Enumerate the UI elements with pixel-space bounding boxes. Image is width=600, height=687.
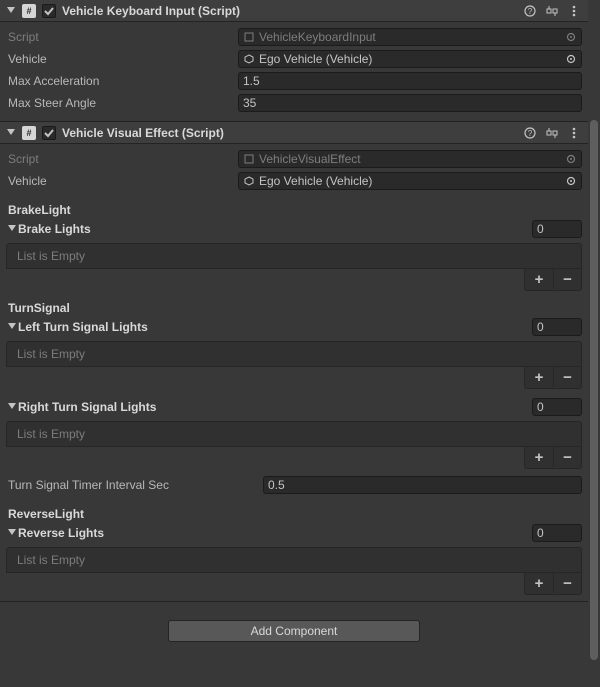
script-value: VehicleVisualEffect bbox=[259, 152, 361, 166]
script-field[interactable]: VehicleKeyboardInput bbox=[238, 28, 582, 46]
object-picker-icon[interactable] bbox=[565, 175, 577, 187]
component-enabled-checkbox[interactable] bbox=[42, 4, 56, 18]
right-turn-lights-size-input[interactable] bbox=[532, 398, 582, 416]
inspector-viewport: # Vehicle Keyboard Input (Script) ? Scri… bbox=[0, 0, 588, 687]
max-acceleration-input[interactable] bbox=[238, 72, 582, 90]
component-enabled-checkbox[interactable] bbox=[42, 126, 56, 140]
array-add-button[interactable]: + bbox=[525, 447, 553, 467]
max-steer-angle-label: Max Steer Angle bbox=[6, 96, 238, 110]
foldout-icon[interactable] bbox=[6, 6, 16, 16]
brake-lights-label[interactable]: Brake Lights bbox=[18, 222, 532, 236]
kebab-menu-icon[interactable] bbox=[566, 125, 582, 141]
svg-text:?: ? bbox=[528, 7, 533, 16]
svg-text:?: ? bbox=[528, 129, 533, 138]
vehicle-label: Vehicle bbox=[6, 174, 238, 188]
foldout-icon[interactable] bbox=[6, 529, 18, 537]
brake-lights-size-input[interactable] bbox=[532, 220, 582, 238]
turn-timer-input[interactable] bbox=[263, 476, 582, 494]
reverselight-heading: ReverseLight bbox=[6, 497, 582, 523]
turnsignal-heading: TurnSignal bbox=[6, 291, 582, 317]
gameobject-icon bbox=[243, 53, 255, 65]
array-remove-button[interactable]: − bbox=[553, 269, 581, 289]
add-component-button[interactable]: Add Component bbox=[168, 620, 420, 642]
add-component-wrap: Add Component bbox=[0, 602, 588, 660]
vehicle-field[interactable]: Ego Vehicle (Vehicle) bbox=[238, 50, 582, 68]
gameobject-icon bbox=[243, 175, 255, 187]
component-body-vve: Script VehicleVisualEffect Vehicle bbox=[0, 144, 588, 601]
right-turn-lights-empty: List is Empty bbox=[6, 421, 582, 447]
component-title: Vehicle Visual Effect (Script) bbox=[62, 126, 516, 140]
foldout-icon[interactable] bbox=[6, 323, 18, 331]
reverse-lights-size-input[interactable] bbox=[532, 524, 582, 542]
component-header-vve[interactable]: # Vehicle Visual Effect (Script) ? bbox=[0, 122, 588, 144]
scrollbar-thumb[interactable] bbox=[590, 120, 598, 660]
left-turn-lights-empty: List is Empty bbox=[6, 341, 582, 367]
help-icon[interactable]: ? bbox=[522, 3, 538, 19]
array-remove-button[interactable]: − bbox=[553, 573, 581, 593]
array-add-button[interactable]: + bbox=[525, 573, 553, 593]
array-remove-button[interactable]: − bbox=[553, 447, 581, 467]
script-label: Script bbox=[6, 30, 238, 44]
vertical-scrollbar[interactable] bbox=[588, 0, 600, 687]
script-field[interactable]: VehicleVisualEffect bbox=[238, 150, 582, 168]
right-turn-lights-label[interactable]: Right Turn Signal Lights bbox=[18, 400, 532, 414]
component-header-vki[interactable]: # Vehicle Keyboard Input (Script) ? bbox=[0, 0, 588, 22]
help-icon[interactable]: ? bbox=[522, 125, 538, 141]
script-value: VehicleKeyboardInput bbox=[259, 30, 376, 44]
vehicle-field[interactable]: Ego Vehicle (Vehicle) bbox=[238, 172, 582, 190]
reverse-lights-empty: List is Empty bbox=[6, 547, 582, 573]
script-label: Script bbox=[6, 152, 238, 166]
reverse-lights-label[interactable]: Reverse Lights bbox=[18, 526, 532, 540]
presets-icon[interactable] bbox=[544, 125, 560, 141]
csharp-script-icon: # bbox=[22, 126, 36, 140]
brake-lights-empty: List is Empty bbox=[6, 243, 582, 269]
left-turn-lights-size-input[interactable] bbox=[532, 318, 582, 336]
foldout-icon[interactable] bbox=[6, 128, 16, 138]
vehicle-value: Ego Vehicle (Vehicle) bbox=[259, 174, 372, 188]
vehicle-label: Vehicle bbox=[6, 52, 238, 66]
script-asset-icon bbox=[243, 31, 255, 43]
array-add-button[interactable]: + bbox=[525, 269, 553, 289]
brakelight-heading: BrakeLight bbox=[6, 193, 582, 219]
object-picker-icon[interactable] bbox=[565, 53, 577, 65]
max-steer-angle-input[interactable] bbox=[238, 94, 582, 112]
component-title: Vehicle Keyboard Input (Script) bbox=[62, 4, 516, 18]
object-picker-icon[interactable] bbox=[565, 31, 577, 43]
component-body-vki: Script VehicleKeyboardInput Vehicle bbox=[0, 22, 588, 121]
turn-timer-label: Turn Signal Timer Interval Sec bbox=[6, 478, 263, 492]
kebab-menu-icon[interactable] bbox=[566, 3, 582, 19]
array-remove-button[interactable]: − bbox=[553, 367, 581, 387]
foldout-icon[interactable] bbox=[6, 403, 18, 411]
max-acceleration-label: Max Acceleration bbox=[6, 74, 238, 88]
presets-icon[interactable] bbox=[544, 3, 560, 19]
array-add-button[interactable]: + bbox=[525, 367, 553, 387]
script-asset-icon bbox=[243, 153, 255, 165]
foldout-icon[interactable] bbox=[6, 225, 18, 233]
vehicle-value: Ego Vehicle (Vehicle) bbox=[259, 52, 372, 66]
csharp-script-icon: # bbox=[22, 4, 36, 18]
object-picker-icon[interactable] bbox=[565, 153, 577, 165]
left-turn-lights-label[interactable]: Left Turn Signal Lights bbox=[18, 320, 532, 334]
